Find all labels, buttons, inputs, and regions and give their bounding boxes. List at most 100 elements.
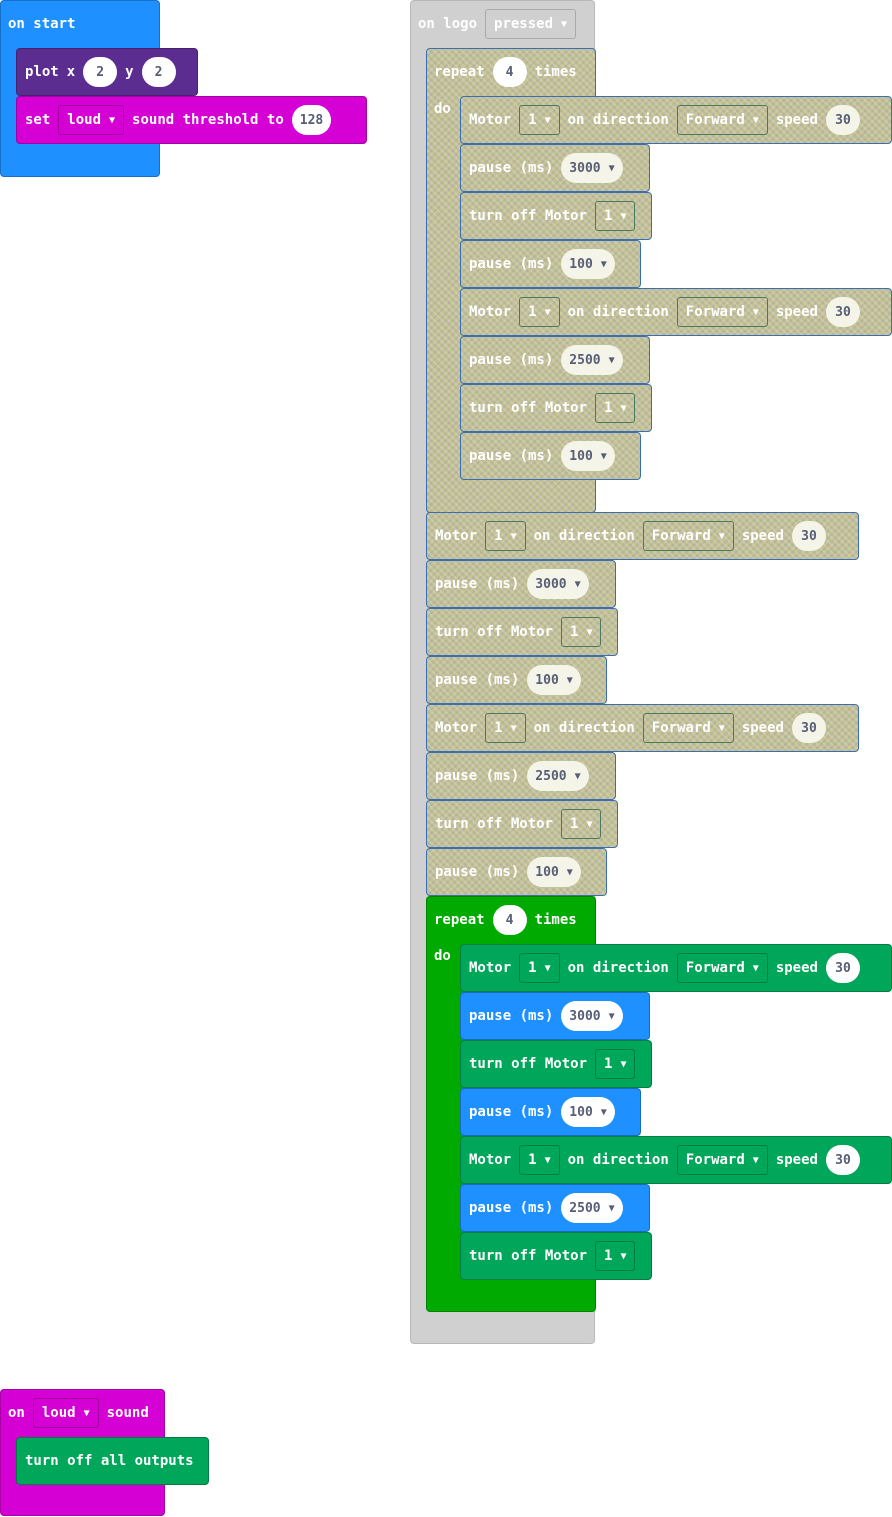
speed-label: speed — [775, 304, 818, 320]
on-direction-label: on direction — [533, 720, 635, 736]
pause-duration-dropdown[interactable]: 100 ▼ — [561, 441, 615, 471]
pause-block[interactable]: pause (ms) 3000 ▼ — [426, 560, 616, 608]
pause-duration-dropdown[interactable]: 2500 ▼ — [561, 345, 623, 375]
caret-down-icon: ▼ — [718, 722, 725, 734]
turn-off-all-outputs-block[interactable]: turn off all outputs — [16, 1437, 209, 1485]
pause-duration-dropdown[interactable]: 100 ▼ — [527, 857, 581, 887]
motor-dropdown[interactable]: 1 ▼ — [485, 713, 526, 743]
direction-dropdown[interactable]: Forward ▼ — [676, 105, 768, 135]
pause-block[interactable]: pause (ms) 100 ▼ — [460, 1088, 641, 1136]
direction-dropdown[interactable]: Forward ▼ — [642, 713, 734, 743]
pause-value: 2500 — [569, 1200, 601, 1216]
motor-label: Motor — [469, 960, 512, 976]
pause-block[interactable]: pause (ms) 2500 ▼ — [460, 336, 650, 384]
speed-input[interactable]: 30 — [825, 105, 860, 135]
turn-off-motor-block[interactable]: turn off Motor 1 ▼ — [460, 384, 652, 432]
pause-duration-dropdown[interactable]: 100 ▼ — [527, 665, 581, 695]
motor-run-block[interactable]: Motor 1 ▼ on direction Forward ▼ speed 30 — [460, 96, 892, 144]
do-label: do — [434, 948, 451, 964]
speed-input[interactable]: 30 — [825, 953, 860, 983]
sound-mode-dropdown[interactable]: loud ▼ — [32, 1398, 99, 1428]
pause-duration-dropdown[interactable]: 100 ▼ — [561, 1097, 615, 1127]
direction-value: Forward — [651, 720, 711, 736]
direction-dropdown[interactable]: Forward ▼ — [676, 953, 768, 983]
speed-input[interactable]: 30 — [791, 521, 826, 551]
pause-block[interactable]: pause (ms) 100 ▼ — [426, 656, 607, 704]
plot-block[interactable]: plot x 2 y 2 — [16, 48, 198, 96]
pause-duration-dropdown[interactable]: 2500 ▼ — [527, 761, 589, 791]
plot-y-input[interactable]: 2 — [141, 57, 176, 87]
turn-off-motor-label: turn off Motor — [435, 624, 554, 640]
pause-block[interactable]: pause (ms) 100 ▼ — [460, 432, 641, 480]
sound-mode-value: loud — [41, 1405, 76, 1421]
motor-value: 1 — [494, 528, 503, 544]
pause-label: pause (ms) — [469, 1104, 554, 1120]
caret-down-icon: ▼ — [608, 354, 615, 366]
pause-label: pause (ms) — [469, 352, 554, 368]
caret-down-icon: ▼ — [752, 306, 759, 318]
speed-input[interactable]: 30 — [825, 1145, 860, 1175]
caret-down-icon: ▼ — [752, 114, 759, 126]
turn-off-motor-block[interactable]: turn off Motor 1 ▼ — [426, 608, 618, 656]
pause-block[interactable]: pause (ms) 2500 ▼ — [426, 752, 616, 800]
turn-off-motor-block[interactable]: turn off Motor 1 ▼ — [460, 192, 652, 240]
direction-dropdown[interactable]: Forward ▼ — [676, 297, 768, 327]
motor-run-block[interactable]: Motor 1 ▼ on direction Forward ▼ speed 30 — [426, 704, 859, 752]
pause-duration-dropdown[interactable]: 3000 ▼ — [561, 153, 623, 183]
pause-block[interactable]: pause (ms) 100 ▼ — [460, 240, 641, 288]
turn-off-motor-block[interactable]: turn off Motor 1 ▼ — [460, 1040, 652, 1088]
motor-run-block[interactable]: Motor 1 ▼ on direction Forward ▼ speed 30 — [460, 944, 892, 992]
turn-off-motor-block[interactable]: turn off Motor 1 ▼ — [460, 1232, 652, 1280]
caret-down-icon: ▼ — [566, 866, 573, 878]
pause-block[interactable]: pause (ms) 3000 ▼ — [460, 144, 650, 192]
pause-block[interactable]: pause (ms) 100 ▼ — [426, 848, 607, 896]
motor-run-block[interactable]: Motor 1 ▼ on direction Forward ▼ speed 30 — [460, 288, 892, 336]
caret-down-icon: ▼ — [566, 674, 573, 686]
caret-down-icon: ▼ — [109, 114, 116, 126]
caret-down-icon: ▼ — [561, 18, 568, 30]
repeat-count-input[interactable]: 4 — [492, 905, 527, 935]
turn-off-motor-block[interactable]: turn off Motor 1 ▼ — [426, 800, 618, 848]
set-sound-threshold-block[interactable]: set loud ▼ sound threshold to 128 — [16, 96, 367, 144]
threshold-input[interactable]: 128 — [291, 105, 332, 135]
motor-value: 1 — [528, 304, 537, 320]
motor-run-block[interactable]: Motor 1 ▼ on direction Forward ▼ speed 30 — [426, 512, 859, 560]
pause-duration-dropdown[interactable]: 2500 ▼ — [561, 1193, 623, 1223]
motor-dropdown[interactable]: 1 ▼ — [519, 105, 560, 135]
pause-label: pause (ms) — [469, 160, 554, 176]
motor-dropdown[interactable]: 1 ▼ — [595, 393, 636, 423]
pause-label: pause (ms) — [435, 864, 520, 880]
motor-dropdown[interactable]: 1 ▼ — [595, 201, 636, 231]
logo-event-value: pressed — [494, 16, 554, 32]
speed-label: speed — [775, 112, 818, 128]
sound-mode-value: loud — [67, 112, 102, 128]
speed-input[interactable]: 30 — [791, 713, 826, 743]
direction-dropdown[interactable]: Forward ▼ — [642, 521, 734, 551]
motor-dropdown[interactable]: 1 ▼ — [561, 809, 602, 839]
pause-duration-dropdown[interactable]: 3000 ▼ — [561, 1001, 623, 1031]
pause-duration-dropdown[interactable]: 100 ▼ — [561, 249, 615, 279]
direction-dropdown[interactable]: Forward ▼ — [676, 1145, 768, 1175]
pause-block[interactable]: pause (ms) 3000 ▼ — [460, 992, 650, 1040]
motor-run-block[interactable]: Motor 1 ▼ on direction Forward ▼ speed 30 — [460, 1136, 892, 1184]
motor-dropdown[interactable]: 1 ▼ — [519, 1145, 560, 1175]
caret-down-icon: ▼ — [574, 770, 581, 782]
pause-block[interactable]: pause (ms) 2500 ▼ — [460, 1184, 650, 1232]
speed-label: speed — [741, 528, 784, 544]
motor-dropdown[interactable]: 1 ▼ — [561, 617, 602, 647]
direction-value: Forward — [685, 1152, 745, 1168]
logo-event-dropdown[interactable]: pressed ▼ — [485, 9, 577, 39]
repeat-label: repeat — [434, 64, 485, 80]
on-direction-label: on direction — [567, 1152, 669, 1168]
motor-dropdown[interactable]: 1 ▼ — [519, 953, 560, 983]
repeat-count-input[interactable]: 4 — [492, 57, 527, 87]
speed-input[interactable]: 30 — [825, 297, 860, 327]
plot-x-input[interactable]: 2 — [83, 57, 118, 87]
sound-mode-dropdown[interactable]: loud ▼ — [58, 105, 125, 135]
pause-label: pause (ms) — [469, 1008, 554, 1024]
motor-dropdown[interactable]: 1 ▼ — [485, 521, 526, 551]
motor-dropdown[interactable]: 1 ▼ — [595, 1241, 636, 1271]
motor-dropdown[interactable]: 1 ▼ — [595, 1049, 636, 1079]
motor-dropdown[interactable]: 1 ▼ — [519, 297, 560, 327]
pause-duration-dropdown[interactable]: 3000 ▼ — [527, 569, 589, 599]
